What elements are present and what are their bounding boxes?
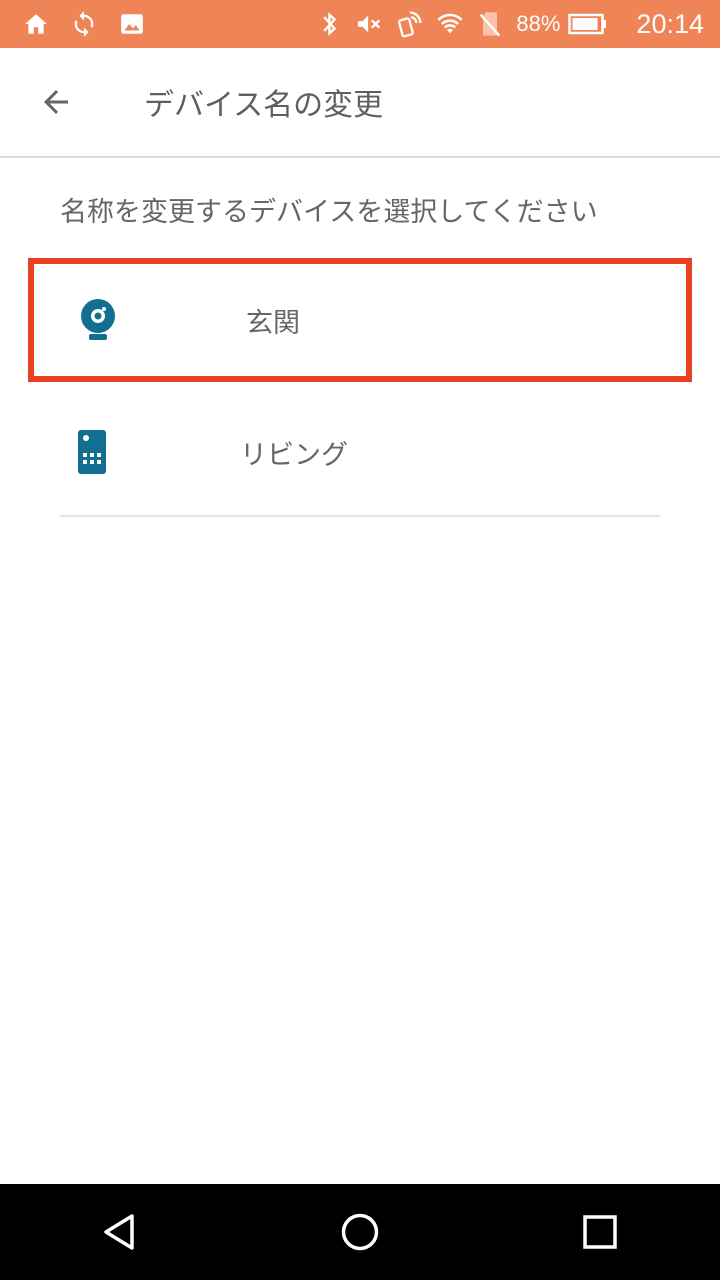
arrow-back-icon bbox=[38, 84, 74, 120]
nfc-icon bbox=[396, 10, 424, 38]
instruction-text: 名称を変更するデバイスを選択してください bbox=[60, 197, 598, 228]
back-triangle-icon bbox=[100, 1212, 140, 1252]
status-bar-left bbox=[0, 10, 166, 38]
status-bar: 88% 20:14 bbox=[0, 0, 720, 48]
status-bar-right: 88% 20:14 bbox=[316, 9, 720, 40]
device-item-living[interactable]: リビング bbox=[28, 390, 692, 514]
nav-back-button[interactable] bbox=[84, 1196, 156, 1268]
sync-icon bbox=[70, 10, 98, 38]
list-divider bbox=[60, 515, 660, 517]
recents-square-icon bbox=[582, 1214, 618, 1250]
page-title: デバイス名の変更 bbox=[144, 88, 384, 123]
device-label: 玄関 bbox=[246, 307, 300, 339]
home-circle-icon bbox=[340, 1212, 380, 1252]
nav-recents-button[interactable] bbox=[564, 1196, 636, 1268]
home-icon bbox=[22, 10, 50, 38]
screen: 88% 20:14 デバイス名の変更 名称を変更するデバイスを選択してください bbox=[0, 0, 720, 1280]
battery-icon bbox=[568, 10, 608, 38]
device-label: リビング bbox=[240, 439, 348, 471]
wifi-icon bbox=[436, 10, 464, 38]
mute-icon bbox=[356, 10, 384, 38]
battery-percentage: 88% bbox=[516, 11, 561, 36]
device-item-entrance[interactable]: 玄関 bbox=[28, 258, 692, 382]
camera-icon bbox=[76, 298, 120, 342]
nav-home-button[interactable] bbox=[324, 1196, 396, 1268]
back-button[interactable] bbox=[28, 74, 84, 130]
nav-bar bbox=[0, 1184, 720, 1280]
status-time: 20:14 bbox=[636, 8, 704, 39]
app-bar: デバイス名の変更 bbox=[0, 48, 720, 158]
remote-control-icon bbox=[70, 430, 114, 474]
bluetooth-icon bbox=[316, 10, 344, 38]
image-icon bbox=[118, 10, 146, 38]
no-sim-icon bbox=[476, 10, 504, 38]
